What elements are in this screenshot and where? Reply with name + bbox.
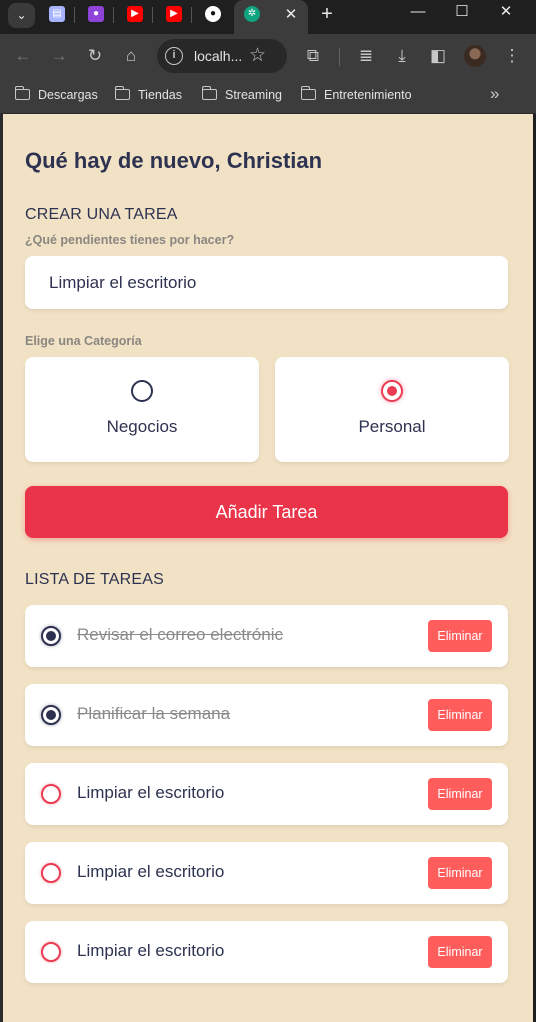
media-control-icon[interactable]: ≣: [352, 42, 380, 70]
url-text[interactable]: localh...: [194, 48, 242, 64]
document-icon[interactable]: ▤: [49, 6, 65, 22]
todo-text[interactable]: Revisar el correo electrónic: [77, 625, 283, 645]
task-input-label: ¿Qué pendientes tienes por hacer?: [25, 233, 235, 247]
purple-app-icon[interactable]: ●: [88, 6, 104, 22]
todo-text[interactable]: Limpiar el escritorio: [77, 941, 224, 961]
back-icon[interactable]: ←: [9, 42, 37, 70]
bookmark-folder[interactable]: Entretenimiento: [300, 86, 412, 104]
tab-search-button[interactable]: ⌄: [8, 3, 35, 28]
todo-item: Planificar la semana Eliminar: [25, 684, 508, 746]
category-personal-radio[interactable]: [381, 380, 403, 402]
todo-item: Limpiar el escritorio Eliminar: [25, 842, 508, 904]
todo-done-checkbox[interactable]: [41, 942, 61, 962]
reload-icon[interactable]: ↻: [81, 42, 109, 70]
bookmark-folder[interactable]: Tiendas: [114, 86, 183, 104]
tab-separator: [74, 7, 75, 23]
page-viewport: Qué hay de nuevo, Christian CREAR UNA TA…: [0, 114, 536, 1022]
bookmarks-bar: Descargas Tiendas Streaming Entretenimie…: [0, 78, 536, 114]
forward-icon[interactable]: →: [45, 42, 73, 70]
todo-text[interactable]: Limpiar el escritorio: [77, 783, 224, 803]
folder-icon: [201, 86, 217, 100]
add-task-button[interactable]: Añadir Tarea: [25, 486, 508, 538]
folder-icon: [14, 86, 30, 100]
delete-button[interactable]: Eliminar: [428, 699, 492, 731]
delete-button[interactable]: Eliminar: [428, 936, 492, 968]
bookmark-label: Streaming: [225, 88, 282, 102]
new-tab-icon[interactable]: +: [314, 2, 340, 28]
delete-button[interactable]: Eliminar: [428, 857, 492, 889]
todo-done-checkbox[interactable]: [41, 626, 61, 646]
category-business-label: Negocios: [106, 417, 178, 436]
bookmark-label: Tiendas: [138, 88, 183, 102]
site-info-icon[interactable]: i: [165, 47, 183, 65]
task-list-title: LISTA DE TAREAS: [25, 571, 165, 588]
side-panel-icon[interactable]: ◧: [424, 42, 452, 70]
extensions-icon[interactable]: ⧉: [299, 42, 327, 70]
menu-icon[interactable]: ⋮: [498, 42, 526, 70]
todo-item: Limpiar el escritorio Eliminar: [25, 763, 508, 825]
category-personal[interactable]: Personal: [275, 357, 509, 462]
download-icon[interactable]: ⤓: [388, 42, 416, 70]
tab-separator: [113, 7, 114, 23]
bookmark-folder[interactable]: Streaming: [201, 86, 282, 104]
delete-button[interactable]: Eliminar: [428, 778, 492, 810]
github-icon[interactable]: ●: [205, 6, 221, 22]
category-business[interactable]: Negocios: [25, 357, 259, 462]
browser-tab-bar: ⌄ ▤ ● ▶ ▶ ● ✲ ✕ + — ☐ ✕: [0, 0, 536, 34]
bookmark-star-icon[interactable]: ☆: [249, 43, 266, 69]
todo-done-checkbox[interactable]: [41, 784, 61, 804]
profile-avatar[interactable]: [464, 45, 486, 67]
todo-done-checkbox[interactable]: [41, 863, 61, 883]
folder-icon: [114, 86, 130, 100]
create-task-title: CREAR UNA TAREA: [25, 206, 178, 223]
bookmark-label: Descargas: [38, 88, 98, 102]
home-icon[interactable]: ⌂: [117, 42, 145, 70]
tab-separator: [152, 7, 153, 23]
folder-icon: [300, 86, 316, 100]
minimize-icon[interactable]: —: [396, 0, 440, 26]
close-tab-icon[interactable]: ✕: [278, 2, 304, 28]
todo-text[interactable]: Planificar la semana: [77, 704, 230, 724]
youtube-icon[interactable]: ▶: [127, 6, 143, 22]
browser-toolbar: ← → ↻ ⌂ i localh... ☆ ⧉ ≣ ⤓ ◧ ⋮: [0, 34, 536, 78]
todo-text[interactable]: Limpiar el escritorio: [77, 862, 224, 882]
more-bookmarks-icon[interactable]: »: [490, 84, 499, 104]
youtube-icon[interactable]: ▶: [166, 6, 182, 22]
toolbar-separator: [339, 48, 340, 66]
todo-item: Revisar el correo electrónic Eliminar: [25, 605, 508, 667]
delete-button[interactable]: Eliminar: [428, 620, 492, 652]
greeting-title: Qué hay de nuevo, Christian: [25, 148, 323, 173]
task-input[interactable]: [25, 256, 508, 309]
category-label: Elige una Categoría: [25, 334, 142, 348]
category-business-radio[interactable]: [131, 380, 153, 402]
tab-separator: [191, 7, 192, 23]
todo-done-checkbox[interactable]: [41, 705, 61, 725]
todo-item: Limpiar el escritorio Eliminar: [25, 921, 508, 983]
chatgpt-icon[interactable]: ✲: [244, 6, 260, 22]
bookmark-label: Entretenimiento: [324, 88, 412, 102]
address-bar[interactable]: i localh... ☆: [157, 39, 287, 73]
todo-app: Qué hay de nuevo, Christian CREAR UNA TA…: [3, 114, 533, 1022]
close-window-icon[interactable]: ✕: [484, 0, 528, 26]
bookmark-folder[interactable]: Descargas: [14, 86, 98, 104]
category-personal-label: Personal: [358, 417, 426, 436]
maximize-icon[interactable]: ☐: [440, 0, 484, 26]
